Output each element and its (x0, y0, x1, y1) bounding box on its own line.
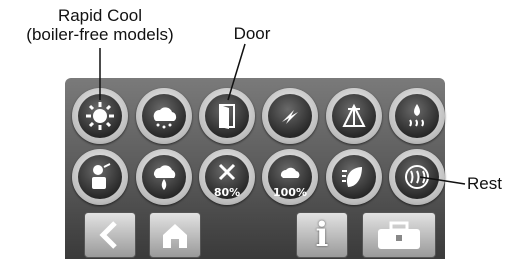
rapid-cool-callout-line1: Rapid Cool (57, 6, 143, 25)
tower-icon (332, 94, 376, 138)
leaf-vent-icon (332, 155, 376, 199)
rest-button[interactable] (389, 149, 445, 205)
fan-80-button[interactable]: 80% (199, 149, 255, 205)
door-icon (205, 94, 249, 138)
home-button[interactable] (149, 212, 201, 258)
steam-100-button[interactable]: 100% (262, 149, 318, 205)
lightning-button[interactable] (262, 88, 318, 144)
rest-callout: Rest (467, 174, 502, 193)
steam-cloud-icon (142, 94, 186, 138)
home-icon (163, 224, 187, 248)
tower-button[interactable] (326, 88, 382, 144)
toolbox-button[interactable] (362, 212, 436, 258)
oven-control-screen: 80% 100% i (65, 78, 445, 259)
door-button[interactable] (199, 88, 255, 144)
rest-icon (395, 155, 439, 199)
back-button[interactable] (84, 212, 136, 258)
door-callout: Door (233, 24, 271, 43)
rapid-cool-icon (78, 94, 122, 138)
rapid-cool-callout: Rapid Cool (boiler-free models) (0, 6, 200, 44)
toolbox-icon (378, 221, 420, 249)
rapid-cool-callout-line2: (boiler-free models) (26, 25, 174, 44)
steam-100-label: 100% (273, 186, 307, 199)
lightning-icon (268, 94, 312, 138)
humidity-flame-button[interactable] (389, 88, 445, 144)
info-button[interactable]: i (296, 212, 348, 258)
person-pause-icon (78, 155, 122, 199)
leaf-vent-button[interactable] (326, 149, 382, 205)
humidity-flame-icon (395, 94, 439, 138)
fan-80-label: 80% (213, 186, 241, 199)
steam-cloud-button[interactable] (136, 88, 192, 144)
chevron-left-icon (99, 221, 117, 249)
steam-fire-icon (142, 155, 186, 199)
person-pause-button[interactable] (72, 149, 128, 205)
info-icon: i (315, 215, 329, 255)
steam-fire-button[interactable] (136, 149, 192, 205)
rapid-cool-button[interactable] (72, 88, 128, 144)
